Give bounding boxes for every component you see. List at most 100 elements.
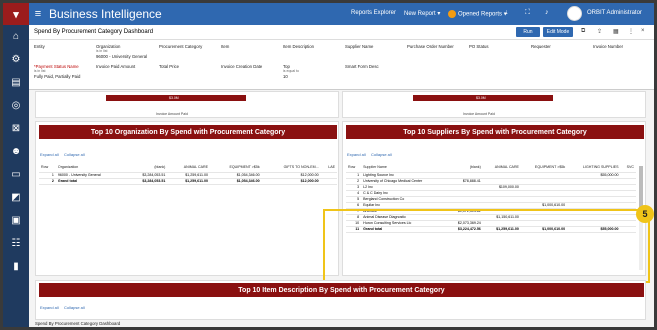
item-table-panel: Top 10 Item Description By Spend with Pr…: [35, 280, 646, 320]
calendar-icon[interactable]: ▦: [613, 28, 619, 35]
fullscreen-icon[interactable]: ⛶: [525, 9, 530, 17]
filter-organization[interactable]: Organization is in list 96000 - Universi…: [96, 44, 147, 59]
filter-entity[interactable]: Entity: [34, 44, 45, 49]
supplier-column-header[interactable]: ANIMAL CARE: [482, 163, 521, 173]
supplier-column-header[interactable]: SVC: [620, 163, 636, 173]
supplier-expand-all-link[interactable]: Expand all: [347, 152, 366, 157]
org-panel-title: Top 10 Organization By Spend with Procur…: [39, 125, 337, 139]
org-column-header[interactable]: ANIMAL CARE: [167, 163, 210, 173]
highlight-box: [323, 209, 650, 283]
supplier-collapse-all-link[interactable]: Collapse all: [371, 152, 392, 157]
group-icon[interactable]: ☷: [3, 232, 29, 255]
org-column-header[interactable]: Row: [39, 163, 56, 173]
org-table-cell: $1,259,611.00: [167, 178, 210, 185]
filter-invoice-paid-amount[interactable]: Invoice Paid Amount: [96, 64, 135, 69]
filter-item-description[interactable]: Item Description: [283, 44, 314, 49]
opened-reports-menu[interactable]: Opened Reports ▾: [448, 10, 507, 18]
main-content: Spend By Procurement Category Dashboard …: [29, 25, 654, 327]
download-icon[interactable]: ↓: [505, 9, 509, 16]
reports-explorer-link[interactable]: Reports Explorer: [351, 10, 396, 16]
filter-top[interactable]: Top is equal to 10: [283, 64, 299, 79]
dashboard-footer: Spend By Procurement Category Dashboard: [35, 321, 121, 326]
filter-item[interactable]: Item: [221, 44, 229, 49]
app-window: ▾ ⌂ ⚙ ▤ ◎ ⊠ ☻ ▭ ◩ ▣ ☷ ▮ ≡ Business Intel…: [3, 3, 654, 327]
avatar[interactable]: [567, 6, 582, 21]
org-table-cell: 2: [39, 178, 56, 185]
supplier-column-header[interactable]: Row: [346, 163, 362, 173]
org-table-cell: Grand total: [55, 178, 127, 185]
supplier-chart-panel: $3.0M Invoice Amount Paid: [342, 91, 646, 118]
home-icon[interactable]: ⌂: [3, 25, 29, 48]
supplier-table-header: Row Supplier Name (blank) ANIMAL CARE EQUIPM…: [346, 163, 636, 173]
binoculars-icon[interactable]: ◎: [3, 94, 29, 117]
org-table-panel: Top 10 Organization By Spend with Procur…: [35, 121, 339, 276]
supplier-column-header[interactable]: Supplier Name: [361, 163, 447, 173]
filter-top-value: 10: [283, 74, 288, 79]
copy-icon[interactable]: ⧉: [581, 28, 585, 35]
supplier-column-header[interactable]: EQUIPMENT >$5k: [520, 163, 568, 173]
item-expand-all-link[interactable]: Expand all: [40, 305, 59, 310]
item-collapse-all-link[interactable]: Collapse all: [64, 305, 85, 310]
top-bar: ≡ Business Intelligence Reports Explorer…: [29, 3, 654, 25]
filter-smart-form-desc[interactable]: Smart Form Desc: [345, 64, 379, 69]
dashboard-header: Spend By Procurement Category Dashboard …: [29, 25, 654, 40]
supplier-column-header[interactable]: LIGHTING SUPPLIES: [567, 163, 621, 173]
user-name[interactable]: ORBIT Administrator: [587, 10, 642, 16]
org-table-header: Row Organization (blank) ANIMAL CARE EQUIPME…: [39, 163, 337, 173]
org-column-header[interactable]: LAE: [320, 163, 337, 173]
org-chart-panel: $3.0M Invoice Amount Paid: [35, 91, 339, 118]
item-panel-title: Top 10 Item Description By Spend with Pr…: [39, 283, 644, 297]
org-table: Row Organization (blank) ANIMAL CARE EQUIPME…: [39, 163, 337, 185]
supplier-chart-axis-label: Invoice Amount Paid: [463, 112, 495, 116]
filter-panel: Entity Organization is in list 96000 - U…: [29, 40, 654, 90]
org-table-cell: [320, 178, 337, 185]
callout-badge: 5: [636, 205, 654, 223]
filter-invoice-number[interactable]: Invoice Number: [593, 44, 623, 49]
filter-requester[interactable]: Requester: [531, 44, 551, 49]
org-column-header[interactable]: GIFTS TO NON-EM...: [261, 163, 321, 173]
filter-procurement-category[interactable]: Procurement Category: [159, 44, 202, 49]
supplier-chart-bar-label: $3.0M: [476, 96, 486, 100]
org-expand-all-link[interactable]: Expand all: [40, 152, 59, 157]
org-table-row[interactable]: 2 Grand total $3,284,053.51 $1,259,611.00 $1…: [39, 178, 337, 185]
report-icon[interactable]: ▮: [3, 255, 29, 278]
users-icon[interactable]: ☻: [3, 140, 29, 163]
org-chart-bar-label: $3.0M: [169, 96, 179, 100]
org-column-header[interactable]: EQUIPMENT >$5k: [209, 163, 262, 173]
layout-icon[interactable]: ▣: [3, 209, 29, 232]
chart-icon[interactable]: ◩: [3, 186, 29, 209]
document-icon[interactable]: ▤: [3, 71, 29, 94]
supplier-column-header[interactable]: (blank): [446, 163, 483, 173]
org-table-cell: $1,054,346.00: [209, 178, 262, 185]
sidebar: ▾ ⌂ ⚙ ▤ ◎ ⊠ ☻ ▭ ◩ ▣ ☷ ▮: [3, 3, 29, 327]
bell-icon[interactable]: ♪: [545, 9, 549, 16]
supplier-panel-title: Top 10 Suppliers By Spend with Procureme…: [346, 125, 644, 139]
org-collapse-all-link[interactable]: Collapse all: [64, 152, 85, 157]
new-report-menu[interactable]: New Report ▾: [404, 10, 440, 17]
monitor-icon[interactable]: ▭: [3, 163, 29, 186]
org-chart-axis-label: Invoice Amount Paid: [156, 112, 188, 116]
filter-po-status[interactable]: PO Status: [469, 44, 489, 49]
app-title: Business Intelligence: [49, 7, 162, 21]
filter-supplier-name[interactable]: Supplier Name: [345, 44, 373, 49]
filter-payment-status[interactable]: *Payment Status Name is in list Fully Pa…: [34, 64, 80, 79]
org-table-cell: $3,284,053.51: [126, 178, 168, 185]
opened-reports-label: Opened Reports ▾: [458, 11, 507, 18]
filter-total-price[interactable]: Total Price: [159, 64, 179, 69]
filter-purchase-order-number[interactable]: Purchase Order Number: [407, 44, 454, 49]
share-icon[interactable]: ⇪: [597, 28, 602, 35]
edit-mode-button[interactable]: Edit Mode: [543, 27, 573, 37]
org-column-header[interactable]: Organization: [55, 163, 127, 173]
run-button[interactable]: Run: [516, 27, 540, 37]
filter-invoice-creation-date[interactable]: Invoice Creation Date: [221, 64, 262, 69]
close-icon[interactable]: ×: [641, 28, 645, 34]
grid-icon[interactable]: ⊠: [3, 117, 29, 140]
opened-reports-badge: [448, 10, 456, 18]
filter-organization-value: 96000 - University General: [96, 54, 148, 59]
gear-icon[interactable]: ⚙: [3, 48, 29, 71]
more-icon[interactable]: ⋮: [628, 28, 634, 35]
filter-payment-status-value: Fully Paid, Partially Paid: [34, 74, 81, 79]
org-column-header[interactable]: (blank): [126, 163, 168, 173]
menu-icon[interactable]: ≡: [29, 8, 47, 20]
app-logo: ▾: [3, 3, 29, 25]
